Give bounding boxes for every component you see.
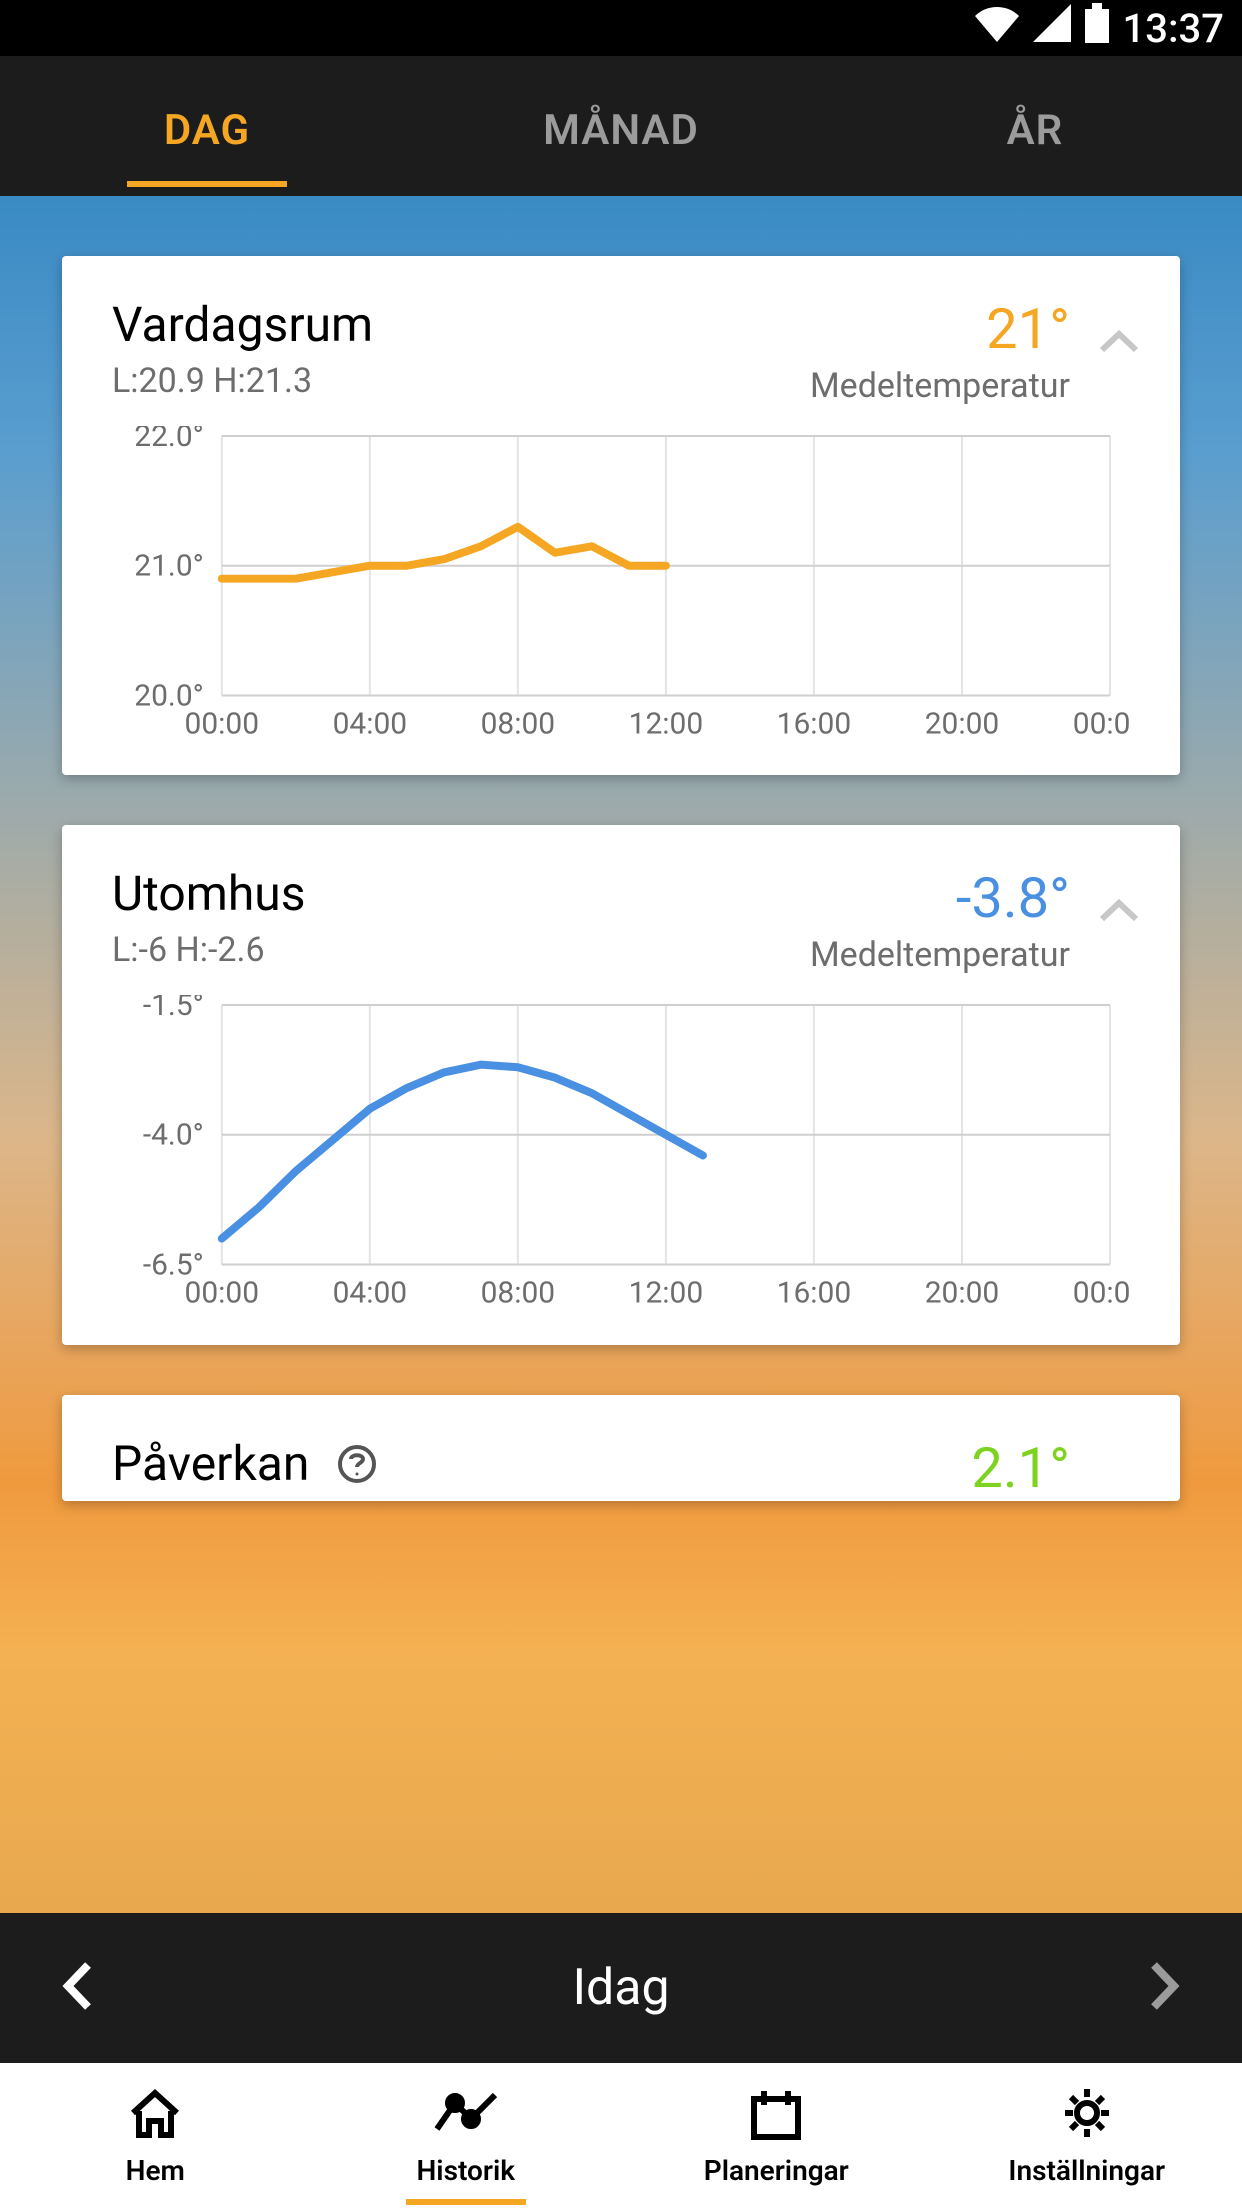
svg-text:00:00: 00:00 [185,706,260,741]
tab-manad[interactable]: MÅNAD [414,66,828,187]
nav-label: Planeringar [704,2154,849,2187]
gear-icon [1057,2085,1117,2148]
card-value-label: Medeltemperatur [810,935,1070,975]
nav-label: Hem [126,2154,185,2187]
tab-manad-label: MÅNAD [543,106,699,155]
calendar-icon [746,2085,806,2148]
bottom-nav: Hem Historik Planeringar Inställningar [0,2063,1242,2208]
battery-icon [1085,3,1109,53]
nav-label: Inställningar [1008,2154,1165,2187]
card-title: Vardagsrum [112,296,810,353]
svg-text:16:00: 16:00 [777,706,852,741]
nav-label: Historik [416,2154,515,2187]
nav-installningar[interactable]: Inställningar [932,2085,1242,2187]
chevron-up-icon[interactable] [1098,328,1140,358]
svg-text:20:00: 20:00 [925,1276,1000,1311]
svg-text:22.0°: 22.0° [134,426,204,454]
home-icon [125,2085,185,2148]
content-area: Vardagsrum L:20.9 H:21.3 21° Medeltemper… [0,196,1242,1913]
prev-day-button[interactable] [60,1959,94,2017]
tab-dag[interactable]: DAG [0,66,414,187]
card-value-label: Medeltemperatur [810,366,1070,406]
date-navigator: Idag [0,1913,1242,2063]
nav-planeringar[interactable]: Planeringar [621,2085,932,2187]
card-utomhus[interactable]: Utomhus L:-6 H:-2.6 -3.8° Medeltemperatu… [62,825,1180,1344]
history-icon [431,2085,501,2148]
svg-text:00:00: 00:00 [1073,706,1130,741]
svg-text:00:00: 00:00 [185,1276,260,1311]
svg-text:-4.0°: -4.0° [143,1118,204,1153]
svg-text:04:00: 04:00 [333,706,408,741]
svg-text:00:00: 00:00 [1073,1276,1130,1311]
card-header: Utomhus L:-6 H:-2.6 -3.8° Medeltemperatu… [112,865,1130,975]
svg-text:08:00: 08:00 [481,706,556,741]
card-value: -3.8° [810,865,1070,931]
chart-vardagsrum: 20.0°21.0°22.0°00:0004:0008:0012:0016:00… [112,426,1130,745]
svg-text:08:00: 08:00 [481,1276,556,1311]
wifi-icon [975,4,1019,52]
svg-text:12:00: 12:00 [629,706,704,741]
card-title: Påverkan [112,1435,971,1496]
svg-text:-1.5°: -1.5° [143,995,204,1023]
nav-historik[interactable]: Historik [311,2085,622,2187]
card-low-high: L:20.9 H:21.3 [112,361,810,401]
card-low-high: L:-6 H:-2.6 [112,930,810,970]
svg-text:04:00: 04:00 [333,1276,408,1311]
card-header: Påverkan 2.1° [112,1435,1130,1501]
card-value: 21° [810,296,1070,362]
chevron-up-icon[interactable] [1098,897,1140,927]
next-day-button[interactable] [1148,1959,1182,2017]
card-value: 2.1° [971,1435,1070,1501]
help-icon[interactable] [337,1439,377,1496]
svg-text:16:00: 16:00 [777,1276,852,1311]
svg-text:21.0°: 21.0° [134,549,204,584]
status-bar: 13:37 [0,0,1242,56]
date-label: Idag [572,1959,669,2017]
card-title: Utomhus [112,865,810,922]
card-header: Vardagsrum L:20.9 H:21.3 21° Medeltemper… [112,296,1130,406]
card-vardagsrum[interactable]: Vardagsrum L:20.9 H:21.3 21° Medeltemper… [62,256,1180,775]
nav-hem[interactable]: Hem [0,2085,311,2187]
svg-text:12:00: 12:00 [629,1276,704,1311]
status-time: 13:37 [1123,5,1224,52]
tab-ar-label: ÅR [1007,106,1064,155]
svg-text:20:00: 20:00 [925,706,1000,741]
cellular-icon [1033,4,1071,52]
card-paverkan[interactable]: Påverkan 2.1° [62,1395,1180,1501]
tab-dag-label: DAG [164,106,250,155]
tab-ar[interactable]: ÅR [828,66,1242,187]
chart-utomhus: -6.5°-4.0°-1.5°00:0004:0008:0012:0016:00… [112,995,1130,1314]
card-title-text: Påverkan [112,1435,309,1492]
time-range-tabs: DAG MÅNAD ÅR [0,56,1242,196]
